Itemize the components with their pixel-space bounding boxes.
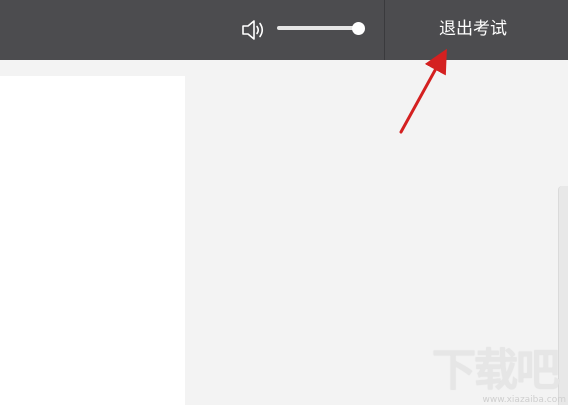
volume-slider-handle[interactable] [352, 22, 365, 35]
watermark-logo: 下载吧 [432, 345, 560, 396]
speaker-icon[interactable] [240, 17, 266, 43]
watermark-url: www.xiazaiba.com [482, 395, 566, 405]
toolbar-divider [384, 0, 385, 60]
question-panel [0, 76, 185, 405]
top-bar: 退出考试 [0, 0, 568, 60]
volume-slider[interactable] [277, 26, 361, 30]
exit-exam-button[interactable]: 退出考试 [430, 16, 516, 42]
watermark: 下载吧 www.xiazaiba.com [432, 346, 568, 405]
